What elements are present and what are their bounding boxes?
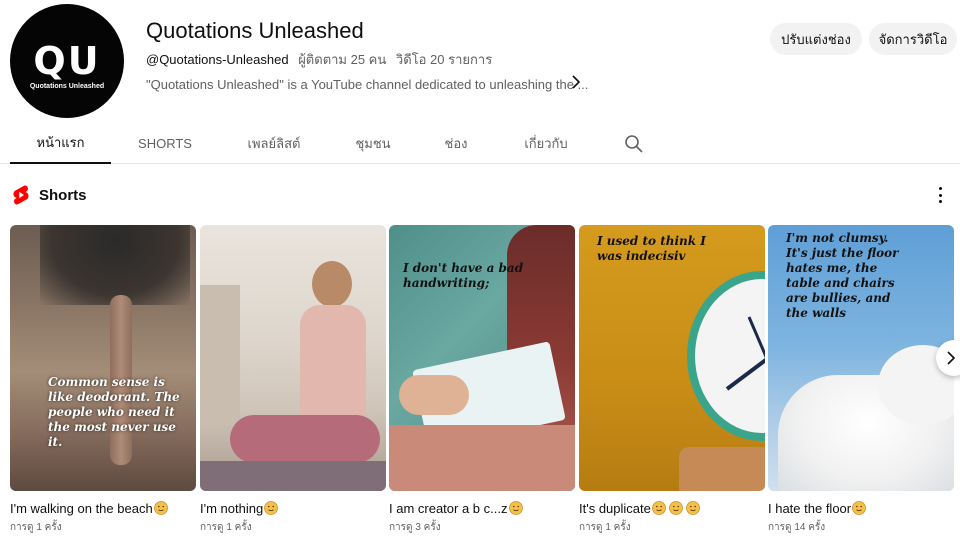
short-thumbnail[interactable] [200, 225, 386, 491]
short-title-text: I'm nothing [200, 501, 264, 516]
short-title-text: I'm walking on the beach [10, 501, 153, 516]
short-card[interactable]: Common sense is like deodorant. The peop… [10, 225, 196, 535]
channel-meta: @Quotations-Unleashed ผู้ติดตาม 25 คน วิ… [146, 49, 492, 70]
manage-videos-button[interactable]: จัดการวิดีโอ [869, 23, 957, 55]
chevron-right-icon[interactable] [570, 74, 582, 90]
short-card[interactable]: I used to think I was indecisiv It's dup… [579, 225, 765, 535]
smiley-emoji-icon [153, 501, 168, 515]
short-title[interactable]: I am creator a b c...z [389, 501, 575, 516]
youtube-shorts-icon [13, 185, 29, 205]
short-overlay-text: Common sense is like deodorant. The peop… [48, 375, 180, 449]
more-vert-icon[interactable] [930, 184, 950, 206]
smiley-emoji-icon [685, 501, 700, 515]
avatar-caption: Quotations Unleashed [29, 82, 105, 90]
video-count: วิดีโอ 20 รายการ [395, 52, 493, 67]
customize-channel-button[interactable]: ปรับแต่งช่อง [770, 23, 862, 55]
tab-playlists[interactable]: เพลย์ลิสต์ [232, 122, 316, 164]
short-title[interactable]: I'm walking on the beach [10, 501, 196, 516]
short-title[interactable]: It's duplicate [579, 501, 765, 516]
short-views: การดู 1 ครั้ง [200, 522, 252, 533]
tab-community[interactable]: ชุมชน [340, 122, 406, 164]
short-title[interactable]: I hate the floor [768, 501, 954, 516]
chevron-right-icon [947, 351, 956, 365]
short-views: การดู 14 ครั้ง [768, 522, 826, 533]
short-views: การดู 1 ครั้ง [579, 522, 631, 533]
avatar-monogram: QU [33, 38, 101, 83]
short-thumbnail[interactable]: Common sense is like deodorant. The peop… [10, 225, 196, 491]
channel-avatar[interactable]: QU Quotations Unleashed [10, 4, 124, 118]
search-icon[interactable] [624, 134, 644, 154]
short-overlay-text: I don't have a bad handwriting; [403, 261, 524, 290]
clock-face-icon [725, 316, 765, 391]
tab-home[interactable]: หน้าแรก [10, 122, 111, 164]
smiley-emoji-icon [264, 501, 279, 515]
short-overlay-text: I'm not clumsy. It's just the floor hate… [786, 231, 899, 320]
smiley-emoji-icon [651, 501, 666, 515]
short-card[interactable]: I'm not clumsy. It's just the floor hate… [768, 225, 954, 535]
channel-handle: @Quotations-Unleashed [146, 52, 289, 67]
channel-name: Quotations Unleashed [146, 18, 364, 43]
smiley-emoji-icon [852, 501, 867, 515]
short-thumbnail[interactable]: I'm not clumsy. It's just the floor hate… [768, 225, 954, 491]
channel-description[interactable]: "Quotations Unleashed" is a YouTube chan… [146, 77, 588, 92]
subscriber-count: ผู้ติดตาม 25 คน [298, 52, 387, 67]
short-thumbnail[interactable]: I used to think I was indecisiv [579, 225, 765, 491]
short-overlay-text: I used to think I was indecisiv [597, 234, 706, 263]
short-thumbnail[interactable]: I don't have a bad handwriting; [389, 225, 575, 491]
short-views: การดู 1 ครั้ง [10, 522, 62, 533]
smiley-emoji-icon [508, 501, 523, 515]
short-title-text: I hate the floor [768, 501, 852, 516]
shorts-section-header: Shorts [12, 183, 87, 207]
short-card[interactable]: I'm nothing การดู 1 ครั้ง [200, 225, 386, 535]
tab-channels[interactable]: ช่อง [430, 122, 482, 164]
shorts-section-title: Shorts [39, 186, 87, 204]
tab-shorts[interactable]: SHORTS [126, 122, 204, 164]
short-card[interactable]: I don't have a bad handwriting; I am cre… [389, 225, 575, 535]
smiley-emoji-icon [668, 501, 683, 515]
short-views: การดู 3 ครั้ง [389, 522, 441, 533]
short-title-text: I am creator a b c...z [389, 501, 508, 516]
channel-tabs: หน้าแรก SHORTS เพลย์ลิสต์ ชุมชน ช่อง เกี… [0, 122, 960, 164]
short-title[interactable]: I'm nothing [200, 501, 386, 516]
short-title-text: It's duplicate [579, 501, 651, 516]
tab-about[interactable]: เกี่ยวกับ [508, 122, 584, 164]
